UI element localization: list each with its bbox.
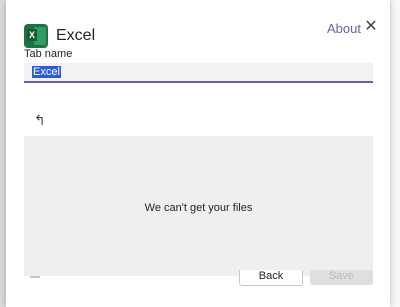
app-title: Excel <box>56 27 96 44</box>
back-button[interactable]: Back <box>239 270 303 286</box>
close-icon[interactable]: ✕ <box>364 19 378 35</box>
footer-link-stub <box>30 276 40 278</box>
tab-name-label: Tab name <box>24 48 73 60</box>
save-button[interactable]: Save <box>310 270 373 285</box>
files-error-message: We can't get your files <box>144 202 253 214</box>
background-window <box>390 0 400 307</box>
add-tab-dialog: X Excel About ✕ Tab name Excel ↰ We can'… <box>6 0 390 307</box>
tab-name-input[interactable]: Excel <box>24 63 373 83</box>
tab-name-value: Excel <box>32 66 61 78</box>
excel-letter: X <box>27 29 37 41</box>
up-arrow-icon[interactable]: ↰ <box>34 112 50 128</box>
about-link[interactable]: About <box>327 21 361 36</box>
files-panel: We can't get your files <box>24 136 373 276</box>
excel-icon: X <box>24 24 48 48</box>
